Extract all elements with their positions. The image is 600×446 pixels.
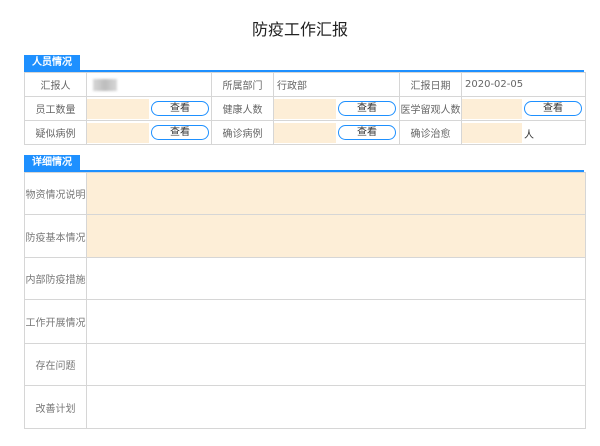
detail-input-internal-measures[interactable] [86,257,586,300]
employee-count-cell: 查看 [86,96,212,121]
section-tag-personnel: 人员情况 [24,55,80,70]
detail-label-materials: 物资情况说明 [24,172,87,215]
confirmed-cases-input[interactable] [274,122,336,143]
details-table: 物资情况说明 防疫基本情况 内部防疫措施 工作开展情况 存在问题 改善计划 [24,172,586,429]
employee-count-view-button[interactable]: 查看 [151,100,209,116]
report-date-value: 2020-02-05 [461,72,586,97]
department-label: 所属部门 [211,72,274,97]
personnel-table: 汇报人 所属部门 行政部 汇报日期 2020-02-05 员工数量 查看 健康人… [24,72,586,145]
detail-label-work-progress: 工作开展情况 [24,299,87,344]
suspected-cases-view-button[interactable]: 查看 [151,124,209,140]
suspected-cases-label: 疑似病例 [24,120,87,145]
reporter-label: 汇报人 [24,72,87,97]
detail-input-problems[interactable] [86,343,586,386]
page-title: 防疫工作汇报 [251,20,348,39]
observation-count-label: 医学留观人数 [399,96,462,121]
employee-count-input[interactable] [87,98,149,119]
recovered-cell: 人 [461,120,586,145]
report-date-label: 汇报日期 [399,72,462,97]
department-value: 行政部 [273,72,400,97]
confirmed-cases-cell: 查看 [273,120,400,145]
employee-count-label: 员工数量 [24,96,87,121]
detail-input-work-progress[interactable] [86,299,586,344]
healthy-count-cell: 查看 [273,96,400,121]
detail-label-internal-measures: 内部防疫措施 [24,257,87,300]
recovered-unit: 人 [524,129,534,141]
recovered-input[interactable] [462,122,522,143]
recovered-label: 确诊治愈 [399,120,462,145]
reporter-redacted [93,78,117,91]
observation-count-input[interactable] [462,98,522,119]
section-tag-details: 详细情况 [24,155,80,170]
section-header-details: 详细情况 [24,155,584,172]
detail-input-improvement-plan[interactable] [86,385,586,429]
detail-label-improvement-plan: 改善计划 [24,385,87,429]
detail-input-basic-situation[interactable] [86,214,586,258]
detail-input-materials[interactable] [86,172,586,215]
healthy-count-input[interactable] [274,98,336,119]
detail-label-problems: 存在问题 [24,343,87,386]
reporter-value [86,72,212,97]
detail-label-basic-situation: 防疫基本情况 [24,214,87,258]
suspected-cases-cell: 查看 [86,120,212,145]
observation-count-cell: 查看 [461,96,586,121]
confirmed-cases-view-button[interactable]: 查看 [338,124,396,140]
confirmed-cases-label: 确诊病例 [211,120,274,145]
healthy-count-label: 健康人数 [211,96,274,121]
observation-count-view-button[interactable]: 查看 [524,100,582,116]
healthy-count-view-button[interactable]: 查看 [338,100,396,116]
suspected-cases-input[interactable] [87,122,149,143]
section-header-personnel: 人员情况 [24,55,584,72]
